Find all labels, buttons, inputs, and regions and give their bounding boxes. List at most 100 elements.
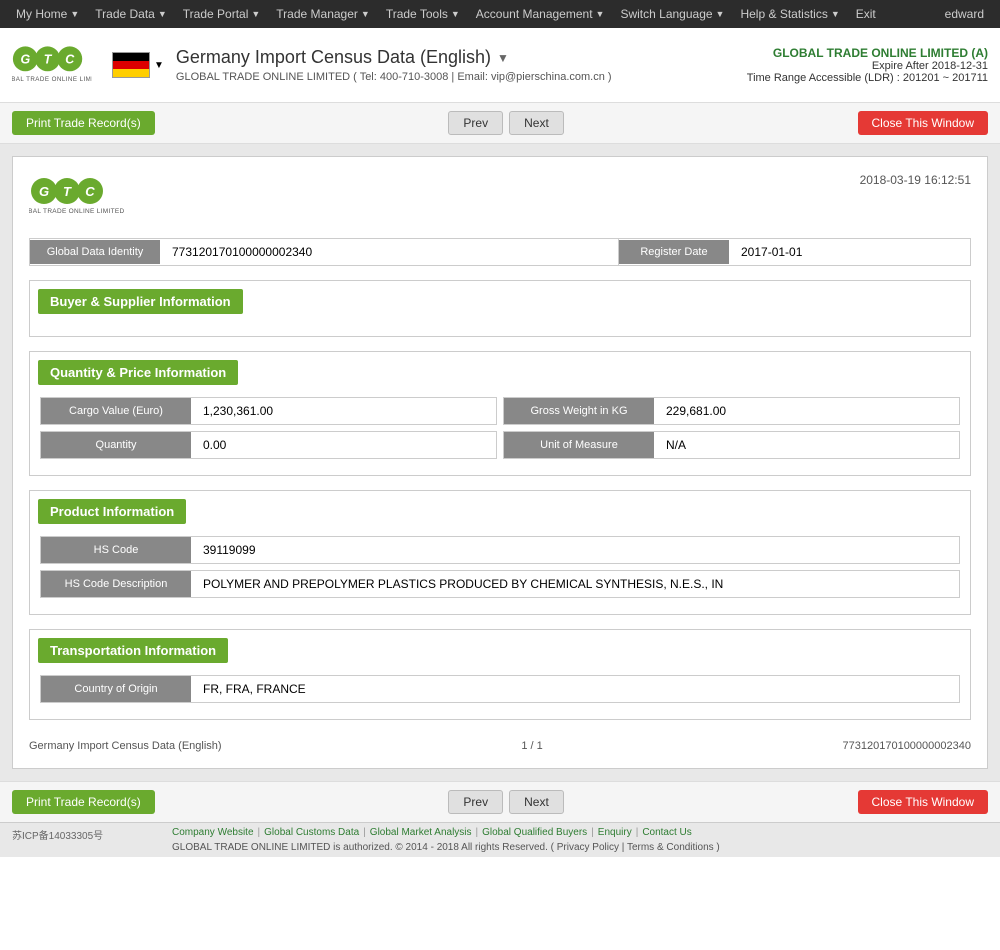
buyer-supplier-section: Buyer & Supplier Information xyxy=(29,280,971,337)
gross-weight-label: Gross Weight in KG xyxy=(504,398,654,424)
page-title: Germany Import Census Data (English) ▼ xyxy=(176,47,747,68)
hs-code-label: HS Code xyxy=(41,537,191,563)
bottom-next-button[interactable]: Next xyxy=(509,790,564,814)
action-bar-right: Close This Window xyxy=(858,111,988,135)
unit-of-measure-label: Unit of Measure xyxy=(504,432,654,458)
card-header: G T C GLOBAL TRADE ONLINE LIMITED 2018-0… xyxy=(29,173,971,226)
svg-text:G: G xyxy=(20,52,30,66)
svg-text:G: G xyxy=(39,184,49,199)
chevron-down-icon: ▼ xyxy=(251,9,260,19)
unit-of-measure-field: Unit of Measure N/A xyxy=(503,431,960,459)
svg-text:GLOBAL TRADE ONLINE LIMITED: GLOBAL TRADE ONLINE LIMITED xyxy=(29,208,125,215)
identity-row: Global Data Identity 7731201701000000023… xyxy=(29,238,971,266)
bottom-prev-button[interactable]: Prev xyxy=(448,790,503,814)
chevron-down-icon: ▼ xyxy=(716,9,725,19)
footer-link-enquiry[interactable]: Enquiry xyxy=(598,827,632,838)
header-bar: G T C GLOBAL TRADE ONLINE LIMITED ▼ Germ… xyxy=(0,28,1000,103)
nav-my-home[interactable]: My Home ▼ xyxy=(8,0,87,28)
nav-trade-portal[interactable]: Trade Portal ▼ xyxy=(175,0,269,28)
product-information-body: HS Code 39119099 HS Code Description POL… xyxy=(30,532,970,614)
top-action-bar: Print Trade Record(s) Prev Next Close Th… xyxy=(0,103,1000,144)
card-logo: G T C GLOBAL TRADE ONLINE LIMITED xyxy=(29,173,149,226)
hs-desc-value: POLYMER AND PREPOLYMER PLASTICS PRODUCED… xyxy=(191,571,959,597)
chevron-down-icon: ▼ xyxy=(158,9,167,19)
footer-link-company-website[interactable]: Company Website xyxy=(172,827,254,838)
buyer-supplier-body xyxy=(30,322,970,336)
action-bar-left: Print Trade Record(s) xyxy=(12,111,155,135)
register-date-value: 2017-01-01 xyxy=(729,239,970,265)
account-time-range: Time Range Accessible (LDR) : 201201 ~ 2… xyxy=(747,72,988,84)
footer-link-qualified-buyers[interactable]: Global Qualified Buyers xyxy=(482,827,587,838)
quantity-value: 0.00 xyxy=(191,432,496,458)
footer-link-contact[interactable]: Contact Us xyxy=(642,827,691,838)
flag-dropdown-arrow[interactable]: ▼ xyxy=(154,60,164,71)
footer-record-id: 773120170100000002340 xyxy=(843,740,971,752)
flag-area: ▼ xyxy=(112,52,164,78)
global-data-identity-value: 773120170100000002340 xyxy=(160,239,619,265)
country-origin-value: FR, FRA, FRANCE xyxy=(191,676,959,702)
qty-unit-row: Quantity 0.00 Unit of Measure N/A xyxy=(40,431,960,459)
next-button[interactable]: Next xyxy=(509,111,564,135)
footer-link-market-analysis[interactable]: Global Market Analysis xyxy=(370,827,472,838)
register-date-label: Register Date xyxy=(619,240,729,264)
top-navigation: My Home ▼ Trade Data ▼ Trade Portal ▼ Tr… xyxy=(0,0,1000,28)
bottom-print-button[interactable]: Print Trade Record(s) xyxy=(12,790,155,814)
footer-area: 苏ICP备14033305号 Company Website | Global … xyxy=(0,822,1000,857)
footer-record-title: Germany Import Census Data (English) xyxy=(29,740,222,752)
quantity-label: Quantity xyxy=(41,432,191,458)
hs-desc-label: HS Code Description xyxy=(41,571,191,597)
company-logo: G T C GLOBAL TRADE ONLINE LIMITED xyxy=(12,38,92,93)
footer-link-customs-data[interactable]: Global Customs Data xyxy=(264,827,359,838)
buyer-supplier-header: Buyer & Supplier Information xyxy=(38,289,243,314)
global-data-identity-label: Global Data Identity xyxy=(30,240,160,264)
bottom-action-right: Close This Window xyxy=(858,790,988,814)
svg-text:C: C xyxy=(65,52,75,66)
nav-trade-data[interactable]: Trade Data ▼ xyxy=(87,0,175,28)
account-expire: Expire After 2018-12-31 xyxy=(747,60,988,72)
footer-page: 1 / 1 xyxy=(521,740,542,752)
print-button[interactable]: Print Trade Record(s) xyxy=(12,111,155,135)
quantity-price-body: Cargo Value (Euro) 1,230,361.00 Gross We… xyxy=(30,393,970,475)
title-dropdown-icon[interactable]: ▼ xyxy=(497,51,509,65)
prev-button[interactable]: Prev xyxy=(448,111,503,135)
title-area: Germany Import Census Data (English) ▼ G… xyxy=(176,47,747,83)
nav-account-management[interactable]: Account Management ▼ xyxy=(468,0,613,28)
svg-text:GLOBAL TRADE ONLINE LIMITED: GLOBAL TRADE ONLINE LIMITED xyxy=(12,76,92,83)
chevron-down-icon: ▼ xyxy=(596,9,605,19)
nav-help-statistics[interactable]: Help & Statistics ▼ xyxy=(732,0,847,28)
close-window-button[interactable]: Close This Window xyxy=(858,111,988,135)
cargo-value-field: Cargo Value (Euro) 1,230,361.00 xyxy=(40,397,497,425)
transportation-header: Transportation Information xyxy=(38,638,228,663)
header-subtitle: GLOBAL TRADE ONLINE LIMITED ( Tel: 400-7… xyxy=(176,71,747,83)
account-info: GLOBAL TRADE ONLINE LIMITED (A) Expire A… xyxy=(747,46,988,84)
bottom-action-center: Prev Next xyxy=(448,790,563,814)
chevron-down-icon: ▼ xyxy=(361,9,370,19)
gross-weight-field: Gross Weight in KG 229,681.00 xyxy=(503,397,960,425)
nav-exit[interactable]: Exit xyxy=(848,0,884,28)
country-origin-row: Country of Origin FR, FRA, FRANCE xyxy=(40,675,960,703)
product-information-section: Product Information HS Code 39119099 HS … xyxy=(29,490,971,615)
product-information-header: Product Information xyxy=(38,499,186,524)
bottom-close-button[interactable]: Close This Window xyxy=(858,790,988,814)
bottom-action-left: Print Trade Record(s) xyxy=(12,790,155,814)
country-origin-label: Country of Origin xyxy=(41,676,191,702)
nav-switch-language[interactable]: Switch Language ▼ xyxy=(612,0,732,28)
footer-links: Company Website | Global Customs Data | … xyxy=(172,827,988,838)
record-card: G T C GLOBAL TRADE ONLINE LIMITED 2018-0… xyxy=(12,156,988,769)
country-flag xyxy=(112,52,150,78)
chevron-down-icon: ▼ xyxy=(831,9,840,19)
chevron-down-icon: ▼ xyxy=(70,9,79,19)
nav-trade-tools[interactable]: Trade Tools ▼ xyxy=(378,0,468,28)
footer-content: Company Website | Global Customs Data | … xyxy=(172,827,988,853)
quantity-field: Quantity 0.00 xyxy=(40,431,497,459)
hs-desc-row: HS Code Description POLYMER AND PREPOLYM… xyxy=(40,570,960,598)
nav-trade-manager[interactable]: Trade Manager ▼ xyxy=(268,0,378,28)
chevron-down-icon: ▼ xyxy=(451,9,460,19)
transportation-body: Country of Origin FR, FRA, FRANCE xyxy=(30,671,970,719)
unit-of-measure-value: N/A xyxy=(654,432,959,458)
bottom-action-bar: Print Trade Record(s) Prev Next Close Th… xyxy=(0,781,1000,822)
quantity-price-header: Quantity & Price Information xyxy=(38,360,238,385)
user-name: edward xyxy=(937,7,992,21)
content-wrapper: G T C GLOBAL TRADE ONLINE LIMITED 2018-0… xyxy=(0,144,1000,781)
transportation-section: Transportation Information Country of Or… xyxy=(29,629,971,720)
